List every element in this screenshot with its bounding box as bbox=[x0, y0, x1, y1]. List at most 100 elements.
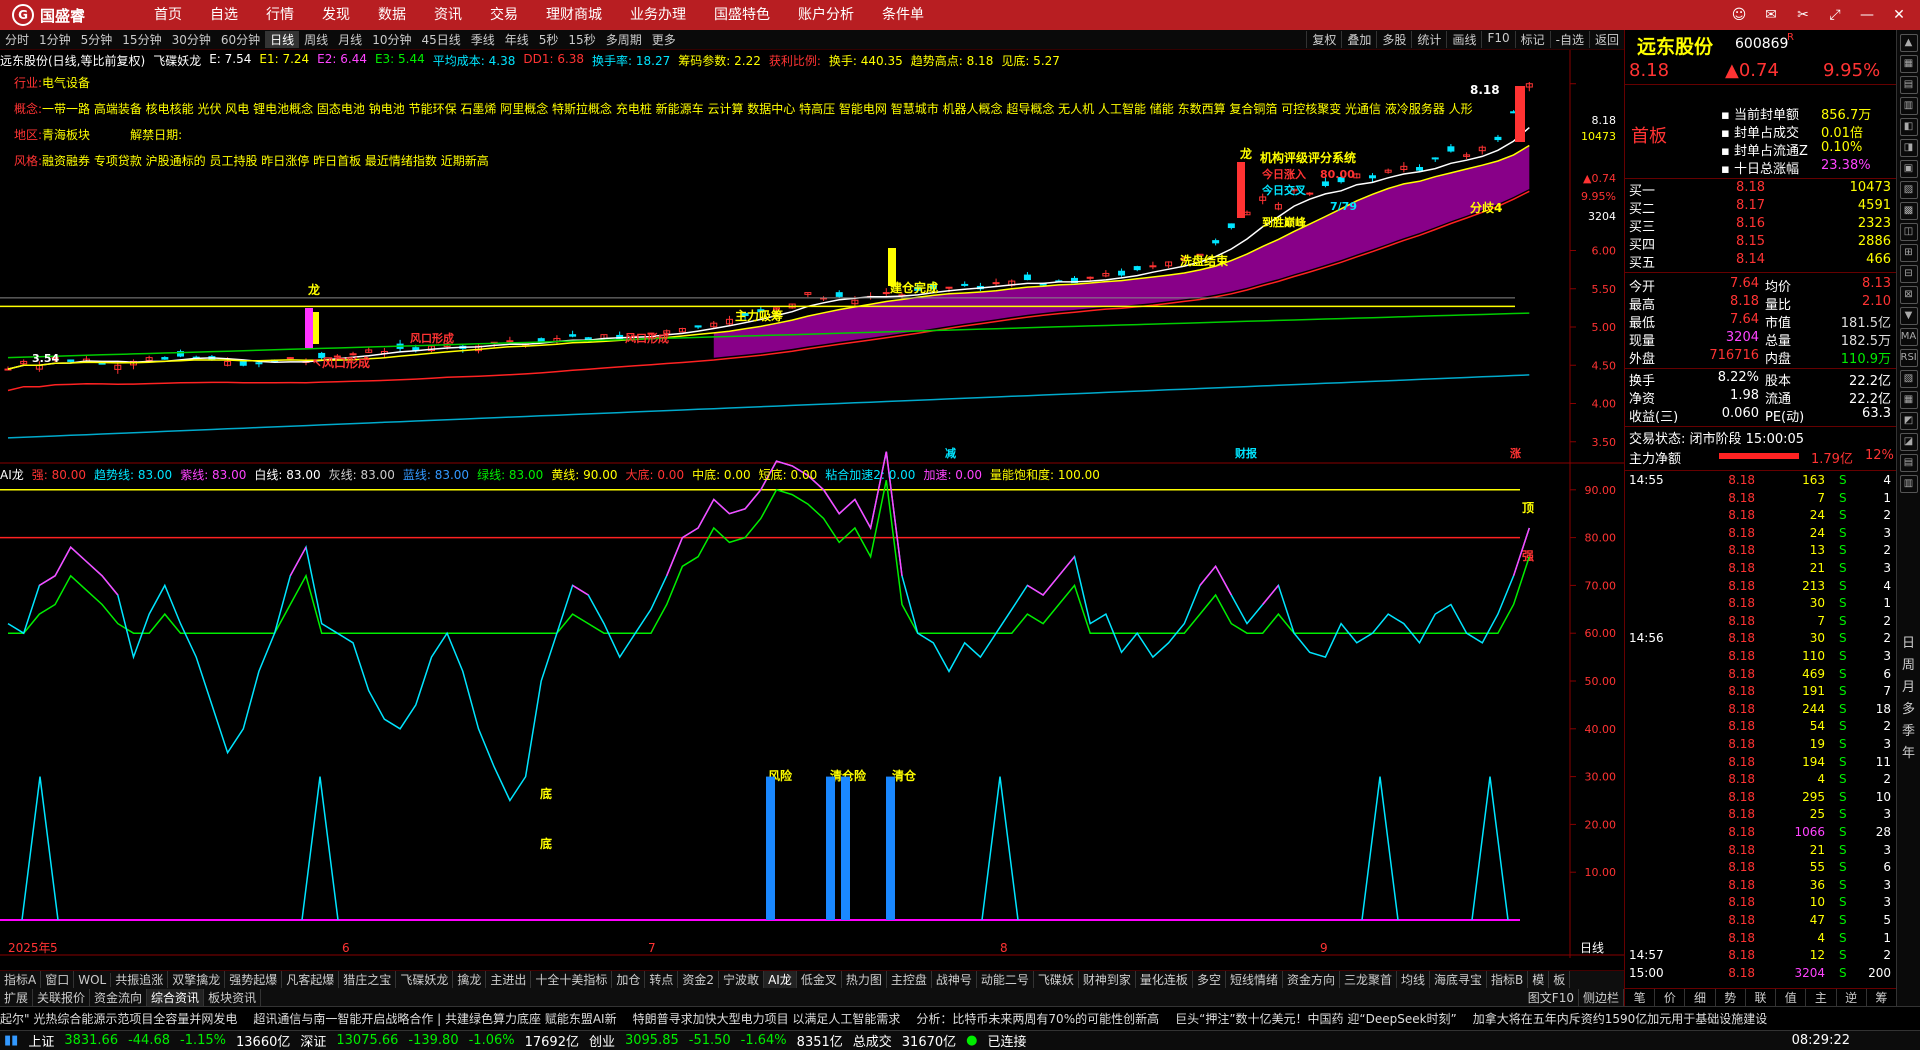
chart-tool-button[interactable]: -自选 bbox=[1549, 31, 1589, 48]
indicator-tab[interactable]: 战神号 bbox=[932, 971, 977, 988]
side-tool-icon[interactable]: ▣ bbox=[1899, 160, 1918, 178]
side-tool-icon[interactable]: ◨ bbox=[1899, 139, 1918, 157]
indicator-tab[interactable]: 共振追涨 bbox=[111, 971, 169, 988]
subtab-right-button[interactable]: 侧边栏 bbox=[1579, 988, 1624, 1006]
indicator-tab[interactable]: 转点 bbox=[645, 971, 679, 988]
quote-tab[interactable]: 笔 bbox=[1625, 989, 1656, 1006]
indicator-tab[interactable]: 主控盘 bbox=[887, 971, 932, 988]
indicator-tab[interactable]: 飞碟妖 bbox=[1034, 971, 1079, 988]
stock-title[interactable]: 远东股份(日线,等比前复权) bbox=[0, 52, 145, 70]
menu-item[interactable]: 账户分析 bbox=[784, 0, 868, 30]
side-tool-icon[interactable]: ◩ bbox=[1899, 412, 1918, 430]
period-tab[interactable]: 周线 bbox=[299, 31, 333, 48]
menu-item[interactable]: 条件单 bbox=[868, 0, 938, 30]
side-tool-icon[interactable]: ▤ bbox=[1899, 76, 1918, 94]
window-control-icon[interactable]: ☺ bbox=[1728, 5, 1750, 25]
side-period-label[interactable]: 月 bbox=[1897, 677, 1920, 699]
side-tool-icon[interactable]: ⊟ bbox=[1899, 265, 1918, 283]
period-tab[interactable]: 45日线 bbox=[416, 31, 465, 48]
news-item[interactable]: 分析：比特币未来两周有70%的可能性创新高 bbox=[916, 1010, 1159, 1027]
menu-item[interactable]: 国盛特色 bbox=[700, 0, 784, 30]
bid-row[interactable]: 买二 8.17 4591 bbox=[1625, 198, 1897, 217]
side-tool-icon[interactable]: ▥ bbox=[1899, 475, 1918, 493]
indicator-tab[interactable]: 多空 bbox=[1193, 971, 1226, 988]
kline-chart[interactable]: 8.18 6.00 5.50 5.00 4.50 4.00 3.50 10473 ▲0.74 9.… bbox=[0, 50, 1624, 958]
menu-item[interactable]: 资讯 bbox=[420, 0, 476, 30]
quote-tab[interactable]: 联 bbox=[1746, 989, 1777, 1006]
side-tool-icon[interactable]: ⊠ bbox=[1899, 286, 1918, 304]
news-item[interactable]: 巨头“押注”数十亿美元！中国药 迎“DeepSeek时刻” bbox=[1175, 1010, 1457, 1027]
menu-item[interactable]: 业务办理 bbox=[616, 0, 700, 30]
period-tab[interactable]: 60分钟 bbox=[216, 31, 265, 48]
sz-label[interactable]: 深证 bbox=[300, 1031, 326, 1050]
indicator-tab[interactable]: AI龙 bbox=[764, 971, 797, 988]
side-tool-icon[interactable]: ▨ bbox=[1899, 181, 1918, 199]
period-tab[interactable]: 10分钟 bbox=[367, 31, 416, 48]
subtab-right-button[interactable]: 图文F10 bbox=[1524, 988, 1579, 1006]
side-tool-icon[interactable]: ▼ bbox=[1899, 307, 1918, 325]
side-tool-icon[interactable]: ▦ bbox=[1899, 55, 1918, 73]
news-item[interactable]: 特朗普寻求加快大型电力项目 以满足人工智能需求 bbox=[633, 1010, 901, 1027]
side-period-label[interactable]: 周 bbox=[1897, 655, 1920, 677]
indicator-tab[interactable]: 双擎擒龙 bbox=[168, 971, 226, 988]
period-tab[interactable]: 5秒 bbox=[534, 31, 564, 48]
menu-item[interactable]: 交易 bbox=[476, 0, 532, 30]
quote-tab[interactable]: 主 bbox=[1806, 989, 1837, 1006]
side-tool-icon[interactable]: ⊞ bbox=[1899, 244, 1918, 262]
indicator-tab[interactable]: 短线情绪 bbox=[1226, 971, 1283, 988]
side-tool-icon[interactable]: ◧ bbox=[1899, 118, 1918, 136]
news-item[interactable]: 超讯通信与南一智能开启战略合作 | 共建绿色算力底座 赋能东盟AI新 bbox=[253, 1010, 616, 1027]
window-control-icon[interactable]: ✕ bbox=[1888, 5, 1910, 25]
period-tab[interactable]: 更多 bbox=[647, 31, 681, 48]
sh-label[interactable]: 上证 bbox=[28, 1031, 54, 1050]
indicator-tab[interactable]: 凡客起爆 bbox=[282, 971, 340, 988]
side-tool-icon[interactable]: ▦ bbox=[1899, 391, 1918, 409]
window-control-icon[interactable]: ⤢ bbox=[1824, 5, 1846, 25]
subtab[interactable]: 板块资讯 bbox=[204, 988, 262, 1006]
bid-row[interactable]: 买三 8.16 2323 bbox=[1625, 216, 1897, 235]
side-tool-icon[interactable]: RSI bbox=[1899, 349, 1918, 367]
indicator-tab[interactable]: 量化连板 bbox=[1136, 971, 1193, 988]
chart-tool-button[interactable]: 统计 bbox=[1411, 31, 1446, 48]
quote-tab[interactable]: 值 bbox=[1776, 989, 1807, 1006]
period-tab[interactable]: 15分钟 bbox=[117, 31, 166, 48]
chart-tool-button[interactable]: 叠加 bbox=[1341, 31, 1376, 48]
menu-item[interactable]: 发现 bbox=[308, 0, 364, 30]
subtab[interactable]: 扩展 bbox=[0, 988, 34, 1006]
side-tool-icon[interactable]: ◫ bbox=[1899, 223, 1918, 241]
quote-tab[interactable]: 逆 bbox=[1837, 989, 1867, 1006]
side-tool-icon[interactable]: ▩ bbox=[1899, 202, 1918, 220]
chart-tool-button[interactable]: F10 bbox=[1481, 31, 1514, 48]
side-tool-icon[interactable]: MA bbox=[1899, 328, 1918, 346]
indicator-tab[interactable]: 板 bbox=[1549, 971, 1571, 988]
window-control-icon[interactable]: ✂ bbox=[1792, 5, 1814, 25]
indicator-tab[interactable]: 低金叉 bbox=[797, 971, 842, 988]
news-item[interactable]: 加拿大将在五年内斥资约1590亿加元用于基础设施建设 bbox=[1473, 1010, 1768, 1027]
cy-label[interactable]: 创业 bbox=[589, 1031, 615, 1050]
indicator-tab[interactable]: 主进出 bbox=[486, 971, 532, 988]
period-tab[interactable]: 日线 bbox=[265, 31, 300, 48]
indicator-tab[interactable]: 指标B bbox=[1487, 971, 1529, 988]
indicator-tab[interactable]: 热力图 bbox=[842, 971, 887, 988]
subtab[interactable]: 资金流向 bbox=[90, 988, 148, 1006]
quote-tab[interactable]: 势 bbox=[1716, 989, 1746, 1006]
indicator-tab[interactable]: 强势起爆 bbox=[225, 971, 283, 988]
bid-row[interactable]: 买五 8.14 466 bbox=[1625, 252, 1897, 271]
indicator-tab[interactable]: 资金方向 bbox=[1283, 971, 1340, 988]
indicator-tab[interactable]: 加仓 bbox=[612, 971, 646, 988]
period-tab[interactable]: 月线 bbox=[333, 31, 367, 48]
indicator-tab[interactable]: 模 bbox=[1528, 971, 1550, 988]
subtab[interactable]: 综合资讯 bbox=[147, 988, 205, 1006]
period-tab[interactable]: 年线 bbox=[500, 31, 534, 48]
side-period-label[interactable]: 年 bbox=[1897, 743, 1920, 765]
window-control-icon[interactable]: ✉ bbox=[1760, 5, 1782, 25]
chart-tool-button[interactable]: 标记 bbox=[1514, 31, 1550, 48]
menu-item[interactable]: 数据 bbox=[364, 0, 420, 30]
chart-tool-button[interactable]: 复权 bbox=[1306, 31, 1341, 48]
side-tool-icon[interactable]: ◪ bbox=[1899, 433, 1918, 451]
chart-tool-button[interactable]: 返回 bbox=[1588, 31, 1624, 48]
side-period-label[interactable]: 季 bbox=[1897, 721, 1920, 743]
quote-tab[interactable]: 价 bbox=[1655, 989, 1686, 1006]
side-tool-icon[interactable]: ▥ bbox=[1899, 97, 1918, 115]
period-tab[interactable]: 分时 bbox=[0, 31, 34, 48]
